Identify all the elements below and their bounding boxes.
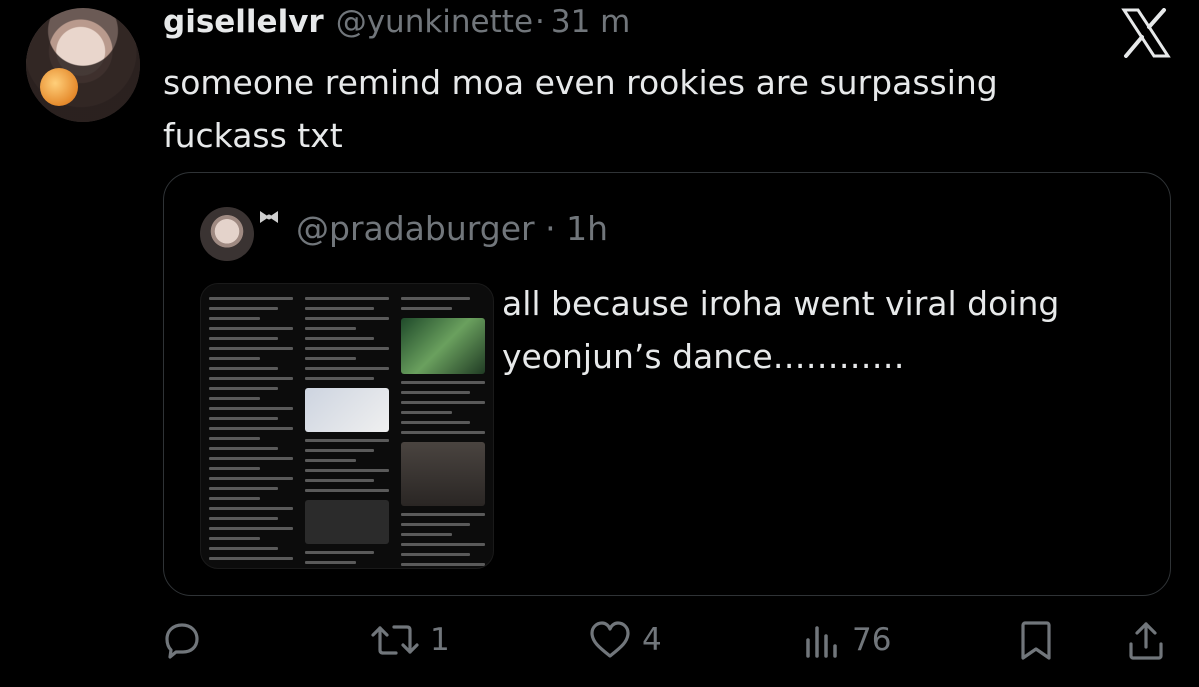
quoted-screenshot-image[interactable]	[200, 283, 494, 569]
tweet-text: someone remind moa even rookies are surp…	[163, 63, 998, 155]
author-display-name[interactable]: gisellelvr	[163, 4, 324, 40]
retweet-count: 1	[430, 622, 450, 658]
retweet-icon	[371, 625, 419, 655]
quoted-tweet-text: all because iroha went viral doing yeonj…	[502, 284, 1060, 376]
like-count: 4	[642, 622, 662, 658]
quoted-author-avatar[interactable]	[200, 207, 254, 261]
avatar-photo	[26, 8, 140, 122]
author-handle[interactable]: @yunkinette	[336, 4, 533, 40]
avatar-fruit	[40, 68, 78, 106]
reply-icon	[165, 623, 199, 659]
bow-icon	[260, 211, 278, 223]
screenshot-column	[397, 290, 489, 566]
meta-separator: ·	[535, 4, 545, 40]
share-icon	[1129, 622, 1163, 660]
share-button[interactable]	[1126, 620, 1166, 662]
bookmark-button[interactable]	[1016, 620, 1056, 662]
quoted-meta-row: @pradaburger · 1h	[296, 209, 608, 248]
meta-separator: ·	[545, 209, 556, 248]
tweet-action-bar: 1 4 76	[0, 610, 1199, 680]
author-row: gisellelvr @yunkinette · 31 m	[163, 4, 630, 48]
heart-icon	[590, 621, 630, 658]
x-logo-icon	[1121, 8, 1171, 58]
quoted-tweet-card[interactable]: @pradaburger · 1h all because iroha went…	[163, 172, 1171, 596]
like-button[interactable]: 4	[588, 620, 662, 660]
screenshot-column	[205, 290, 297, 562]
quoted-timestamp[interactable]: 1h	[566, 209, 608, 248]
reply-button[interactable]	[162, 620, 212, 660]
tweet-timestamp[interactable]: 31 m	[551, 4, 631, 40]
retweet-button[interactable]: 1	[370, 620, 450, 660]
quoted-author-handle[interactable]: @pradaburger	[296, 209, 535, 248]
views-icon	[806, 626, 837, 658]
author-avatar[interactable]	[26, 8, 140, 122]
views-button[interactable]: 76	[802, 620, 891, 660]
screenshot-column	[301, 290, 393, 564]
views-count: 76	[852, 622, 892, 658]
bookmark-icon	[1021, 621, 1051, 660]
